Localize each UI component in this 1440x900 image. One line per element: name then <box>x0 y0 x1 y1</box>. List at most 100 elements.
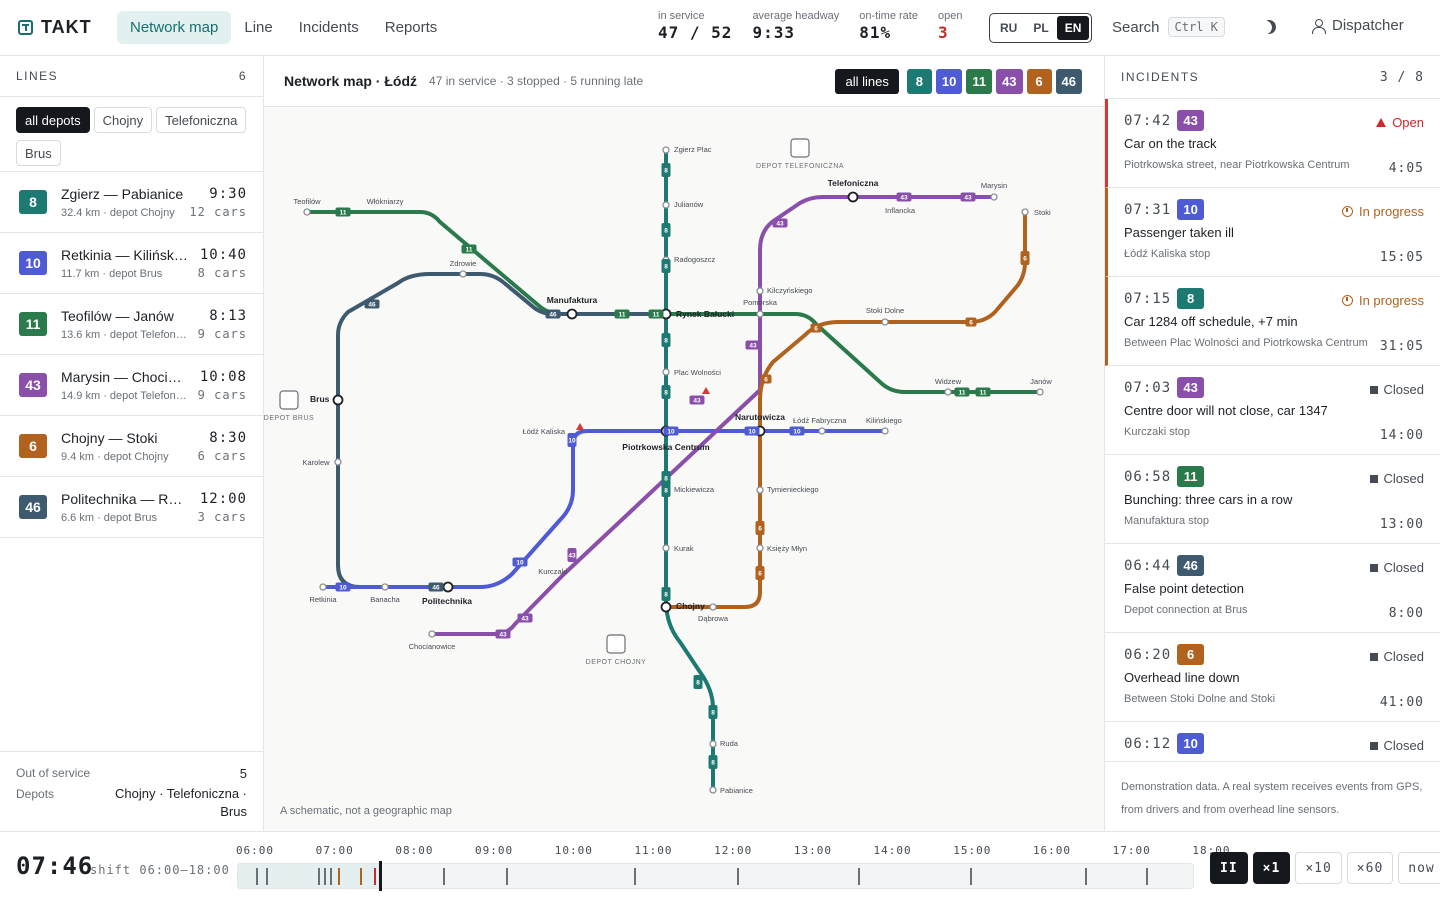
vehicle-marker-line-10[interactable]: 10 <box>335 582 351 592</box>
vehicle-marker-line-11[interactable]: 11 <box>954 387 970 397</box>
stop-marker[interactable] <box>990 193 998 201</box>
stop-marker[interactable] <box>818 427 826 435</box>
filter-line-46[interactable]: 46 <box>1055 69 1082 94</box>
vehicle-marker-line-6[interactable]: 6 <box>755 521 765 535</box>
pause-button[interactable]: II <box>1210 852 1248 884</box>
vehicle-marker-line-8[interactable]: 8 <box>708 755 718 769</box>
stop-marker[interactable] <box>709 740 717 748</box>
timeline-event-marker[interactable] <box>360 868 362 885</box>
nav-network-map[interactable]: Network map <box>117 11 232 44</box>
incident-item[interactable]: 07:31 10 In progress Passenger taken ill Łód… <box>1105 188 1440 277</box>
vehicle-marker-line-43[interactable]: 43 <box>772 218 788 228</box>
filter-line-10[interactable]: 10 <box>935 69 963 94</box>
vehicle-marker-line-10[interactable]: 10 <box>789 426 805 436</box>
speed-x1-button[interactable]: ×1 <box>1252 852 1291 884</box>
stop-marker[interactable] <box>756 310 764 318</box>
vehicle-marker-line-8[interactable]: 8 <box>661 587 671 601</box>
vehicle-marker-line-8[interactable]: 8 <box>661 223 671 237</box>
vehicle-marker-line-8[interactable]: 8 <box>661 259 671 273</box>
incident-item[interactable]: 06:58 11 Closed Bunching: three cars in a r… <box>1105 455 1440 544</box>
map-canvas[interactable]: Zgierz Plac Julianów Radogoszcz Teofilów Włó… <box>264 107 1104 831</box>
vehicle-marker-line-43[interactable]: 43 <box>745 340 761 350</box>
incident-alert-icon[interactable] <box>576 423 584 430</box>
filter-depot-chojny[interactable]: Chojny <box>93 107 153 133</box>
timeline-event-marker[interactable] <box>338 868 340 885</box>
vehicle-marker-line-46[interactable]: 46 <box>428 582 444 592</box>
timeline-event-marker[interactable] <box>374 868 376 885</box>
vehicle-marker-line-43[interactable]: 43 <box>960 192 976 202</box>
filter-all-lines[interactable]: all lines <box>835 69 899 94</box>
vehicle-marker-line-6[interactable]: 6 <box>810 323 822 333</box>
interchange-marker[interactable] <box>660 601 672 613</box>
filter-line-8[interactable]: 8 <box>906 69 932 94</box>
vehicle-marker-line-8[interactable]: 8 <box>661 333 671 347</box>
stop-marker[interactable] <box>709 603 717 611</box>
lang-pl[interactable]: PL <box>1025 16 1056 40</box>
vehicle-marker-line-43[interactable]: 43 <box>567 548 577 562</box>
stop-marker[interactable] <box>303 208 311 216</box>
timeline-event-marker[interactable] <box>737 868 739 885</box>
filter-line-43[interactable]: 43 <box>996 69 1023 94</box>
timeline-event-marker[interactable] <box>634 868 636 885</box>
vehicle-marker-line-11[interactable]: 11 <box>975 387 991 397</box>
vehicle-marker-line-6[interactable]: 6 <box>965 317 977 327</box>
vehicle-marker-line-10[interactable]: 10 <box>663 426 679 436</box>
stop-marker[interactable] <box>381 583 389 591</box>
stop-marker[interactable] <box>662 201 670 209</box>
lang-ru[interactable]: RU <box>992 16 1025 40</box>
incident-item[interactable]: 06:20 6 Closed Overhead line down Between St… <box>1105 633 1440 722</box>
timeline-event-marker[interactable] <box>970 868 972 885</box>
vehicle-marker-line-6[interactable]: 6 <box>755 566 765 580</box>
vehicle-marker-line-8[interactable]: 8 <box>661 471 671 485</box>
stop-marker[interactable] <box>662 368 670 376</box>
vehicle-marker-line-43[interactable]: 43 <box>689 395 705 405</box>
timeline-event-marker[interactable] <box>256 868 258 885</box>
stop-marker[interactable] <box>944 388 952 396</box>
stop-marker[interactable] <box>662 146 670 154</box>
line-row-10[interactable]: 10 Retkinia — Kilińskiego 11.7 km · depot … <box>0 233 263 294</box>
filter-line-11[interactable]: 11 <box>966 69 993 94</box>
network-map-svg[interactable]: Zgierz Plac Julianów Radogoszcz Teofilów Włó… <box>264 107 1104 831</box>
interchange-marker[interactable] <box>847 191 859 203</box>
vehicle-marker-line-6[interactable]: 6 <box>760 374 772 384</box>
depot-icon[interactable] <box>279 390 299 410</box>
search-button[interactable]: Search Ctrl K <box>1112 17 1225 37</box>
incident-item[interactable]: 07:42 43 Open Car on the track Piotrkowska s… <box>1105 99 1440 188</box>
speed-x10-button[interactable]: ×10 <box>1295 852 1342 884</box>
interchange-marker[interactable] <box>442 581 454 593</box>
vehicle-marker-line-11[interactable]: 11 <box>614 309 630 319</box>
stop-marker[interactable] <box>1021 208 1029 216</box>
stop-marker[interactable] <box>709 786 717 794</box>
timeline-event-marker[interactable] <box>318 868 320 885</box>
vehicle-marker-line-10[interactable]: 10 <box>512 557 528 567</box>
stop-marker[interactable] <box>428 630 436 638</box>
line-row-11[interactable]: 11 Teofilów — Janów 13.6 km · depot Telefo… <box>0 294 263 355</box>
filter-line-6[interactable]: 6 <box>1026 69 1052 94</box>
stop-marker[interactable] <box>881 427 889 435</box>
timeline-cursor[interactable] <box>379 861 382 891</box>
stat-open-incidents[interactable]: open 3 <box>938 10 962 43</box>
user-menu[interactable]: Dispatcher <box>1312 17 1404 34</box>
stop-marker[interactable] <box>756 544 764 552</box>
vehicle-marker-line-6[interactable]: 6 <box>1020 251 1030 265</box>
stop-marker[interactable] <box>459 270 467 278</box>
timeline-event-marker[interactable] <box>506 868 508 885</box>
line-row-8[interactable]: 8 Zgierz — Pabianice 32.4 km · depot Chojn… <box>0 172 263 233</box>
line-row-6[interactable]: 6 Chojny — Stoki 9.4 km · depot Chojny 8:30… <box>0 416 263 477</box>
timeline-event-marker[interactable] <box>330 868 332 885</box>
incident-item[interactable]: 07:15 8 In progress Car 1284 off schedule, … <box>1105 277 1440 366</box>
filter-depot-telefoniczna[interactable]: Telefoniczna <box>156 107 247 133</box>
stop-marker[interactable] <box>756 287 764 295</box>
interchange-marker[interactable] <box>332 394 344 406</box>
brand[interactable]: TAKT <box>18 17 114 38</box>
stop-marker[interactable] <box>756 486 764 494</box>
stop-marker[interactable] <box>662 544 670 552</box>
moon-icon[interactable] <box>1260 18 1278 36</box>
filter-depot-brus[interactable]: Brus <box>16 140 61 166</box>
nav-line[interactable]: Line <box>231 11 285 44</box>
incident-item[interactable]: 07:03 43 Closed Centre door will not close,… <box>1105 366 1440 455</box>
stop-marker[interactable] <box>334 458 342 466</box>
vehicle-marker-line-8[interactable]: 8 <box>708 705 718 719</box>
filter-all-depots[interactable]: all depots <box>16 107 90 133</box>
stop-marker[interactable] <box>1036 388 1044 396</box>
